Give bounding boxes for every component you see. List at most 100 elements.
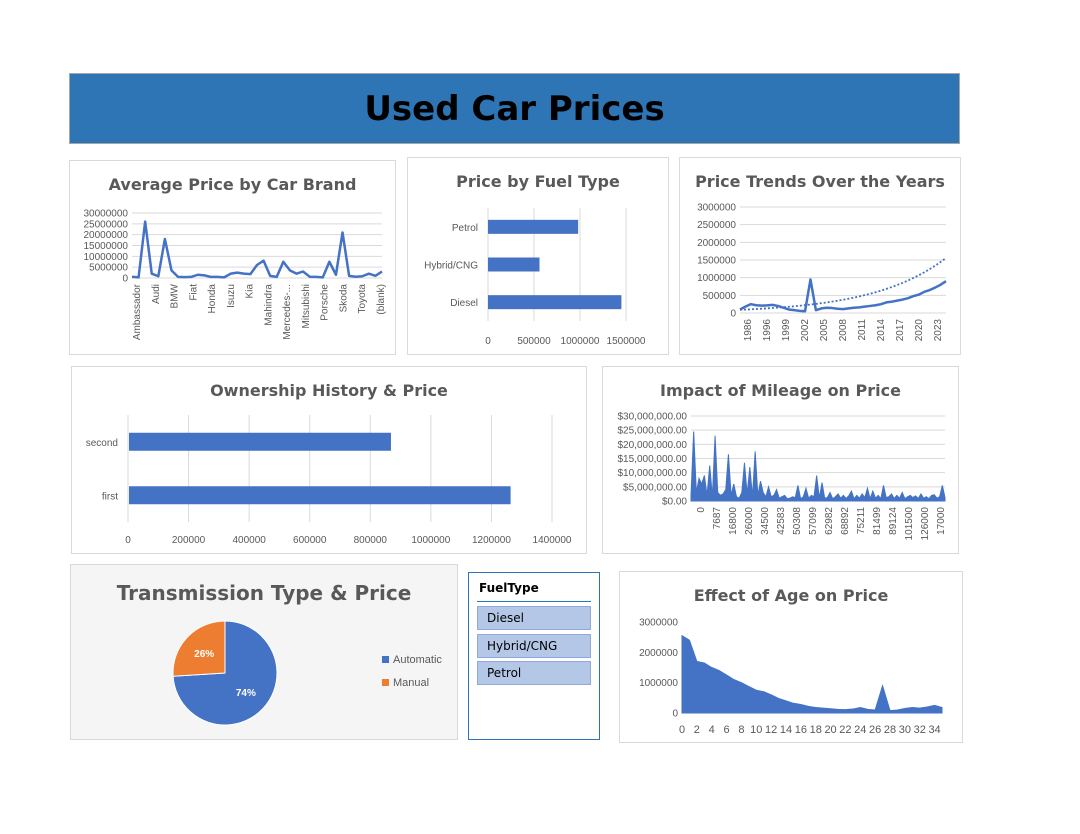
y-tick-label: 2000000 xyxy=(697,238,736,249)
chart-svg: 0 500000 1000000 1500000 2000000 2500000 30000… xyxy=(697,203,947,342)
y-tick-label: 5000000 xyxy=(89,263,128,274)
chart-panel-fuel[interactable]: Price by Fuel Type 0 500000 1000000 1500000… xyxy=(407,157,669,355)
x-tick-label: 30 xyxy=(899,724,911,736)
x-tick-label: 1986 xyxy=(743,319,754,342)
x-tick-label: 800000 xyxy=(354,535,388,546)
slicer-item-hybrid-cng[interactable]: Hybrid/CNG xyxy=(477,634,591,658)
x-tick-label: 10 xyxy=(750,724,762,736)
x-tick-label: Audi xyxy=(151,284,162,304)
x-tick-label: 400000 xyxy=(232,535,266,546)
x-tick-label: 2005 xyxy=(819,319,830,342)
x-tick-label: 2002 xyxy=(800,319,811,342)
x-tick-label: 26 xyxy=(869,724,881,736)
y-tick-label: 0 xyxy=(672,709,678,720)
y-tick-label: $25,000,000.00 xyxy=(617,426,687,437)
x-tick-label: 8 xyxy=(738,724,744,736)
category-label: second xyxy=(86,438,118,449)
y-tick-label: 3000000 xyxy=(639,618,678,629)
data-label: 74% xyxy=(236,688,256,699)
slicer-item-diesel[interactable]: Diesel xyxy=(477,606,591,630)
x-tick-label: 101500 xyxy=(904,507,915,541)
x-tick-label: 2017 xyxy=(895,319,906,342)
chart-panel-brand[interactable]: Average Price by Car Brand 0 5000000 10000… xyxy=(69,160,396,355)
y-tick-label: 30000000 xyxy=(84,209,129,220)
legend-swatch xyxy=(382,679,389,686)
chart-svg: 0 500000 1000000 1500000 Petrol Hybrid/CNG Die… xyxy=(424,208,646,347)
legend-label: Manual xyxy=(393,677,429,689)
category-label: Petrol xyxy=(452,223,478,234)
bar xyxy=(129,486,511,505)
x-tick-label: 2011 xyxy=(857,319,868,341)
x-tick-label: Kia xyxy=(245,284,256,299)
x-tick-label: 16 xyxy=(795,724,807,736)
x-tick-label: 6 xyxy=(724,724,730,736)
x-tick-label: Porsche xyxy=(320,284,331,321)
y-tick-label: 1000000 xyxy=(639,678,678,689)
chart-svg: 0 200000 400000 600000 800000 1000000 1200000 1… xyxy=(86,415,572,546)
x-tick-label: 0 xyxy=(485,336,491,347)
category-label: first xyxy=(102,491,118,502)
x-tick-label: 1000000 xyxy=(411,535,450,546)
y-tick-label: 3000000 xyxy=(697,203,736,214)
x-tick-label: 34500 xyxy=(760,507,771,535)
x-tick-label: 1400000 xyxy=(533,535,572,546)
y-tick-label: 2500000 xyxy=(697,220,736,231)
category-label: Hybrid/CNG xyxy=(424,261,478,272)
series-area xyxy=(681,634,943,714)
x-tick-label: Ambassador xyxy=(132,283,143,340)
chart-panel-ownership[interactable]: Ownership History & Price 0 200000 400000 6… xyxy=(71,366,587,554)
bar xyxy=(488,257,540,272)
y-tick-label: 500000 xyxy=(703,291,737,302)
chart-panel-age[interactable]: Effect of Age on Price 0 1000000 2000000 30… xyxy=(619,571,963,743)
y-tick-label: $15,000,000.00 xyxy=(617,454,687,465)
y-tick-label: 25000000 xyxy=(84,219,129,230)
y-tick-label: $0.00 xyxy=(662,497,687,508)
x-tick-label: 0 xyxy=(679,724,685,736)
chart-panel-years[interactable]: Price Trends Over the Years 0 500000 10000… xyxy=(679,157,961,355)
x-tick-label: 24 xyxy=(854,724,866,736)
slicer-divider xyxy=(477,601,591,602)
fueltype-slicer[interactable]: FuelType Diesel Hybrid/CNG Petrol xyxy=(468,572,600,740)
x-tick-label: 81499 xyxy=(872,507,883,535)
x-tick-label: 62982 xyxy=(824,507,835,535)
y-tick-label: 15000000 xyxy=(84,241,129,252)
y-tick-label: 20000000 xyxy=(84,230,129,241)
x-tick-label: 68892 xyxy=(840,507,851,535)
category-label: Diesel xyxy=(450,298,478,309)
chart-panel-transmission[interactable]: Transmission Type & Price 74% 26% Automati… xyxy=(70,564,458,740)
x-tick-label: 12 xyxy=(765,724,777,736)
page-title: Used Car Prices xyxy=(364,88,665,129)
x-tick-label: 600000 xyxy=(293,535,327,546)
y-tick-label: 1000000 xyxy=(697,273,736,284)
y-tick-label: $5,000,000.00 xyxy=(623,482,687,493)
series-line xyxy=(131,220,383,279)
bar xyxy=(129,432,391,451)
y-tick-label: 1500000 xyxy=(697,256,736,267)
bar xyxy=(488,219,579,234)
x-tick-label: 0 xyxy=(696,507,707,513)
x-tick-label: 16800 xyxy=(728,507,739,535)
x-tick-label: Isuzu xyxy=(226,284,237,308)
x-tick-label: 89124 xyxy=(888,507,899,535)
bar xyxy=(488,295,622,310)
x-tick-label: Skoda xyxy=(338,284,349,313)
x-tick-label: 2008 xyxy=(838,319,849,342)
data-label: 26% xyxy=(194,649,214,660)
y-tick-label: $30,000,000.00 xyxy=(617,412,687,423)
x-tick-label: 57099 xyxy=(808,507,819,535)
x-tick-label: 75211 xyxy=(856,507,867,535)
chart-svg: 74% 26% Automatic Manual xyxy=(172,620,442,726)
x-tick-label: Mercedes-... xyxy=(282,284,293,340)
x-tick-label: 22 xyxy=(839,724,851,736)
x-tick-label: Mahindra xyxy=(263,284,274,326)
legend-swatch xyxy=(382,656,389,663)
x-tick-label: 1000000 xyxy=(561,336,600,347)
legend-label: Automatic xyxy=(393,654,442,666)
x-tick-label: Fiat xyxy=(188,284,199,301)
chart-panel-mileage[interactable]: Impact of Mileage on Price $0.00 $5,000,0… xyxy=(602,366,959,554)
x-tick-label: 2014 xyxy=(876,319,887,342)
slicer-item-petrol[interactable]: Petrol xyxy=(477,661,591,685)
x-tick-label: 28 xyxy=(884,724,896,736)
x-tick-label: BMW xyxy=(170,283,181,308)
y-tick-label: 2000000 xyxy=(639,648,678,659)
